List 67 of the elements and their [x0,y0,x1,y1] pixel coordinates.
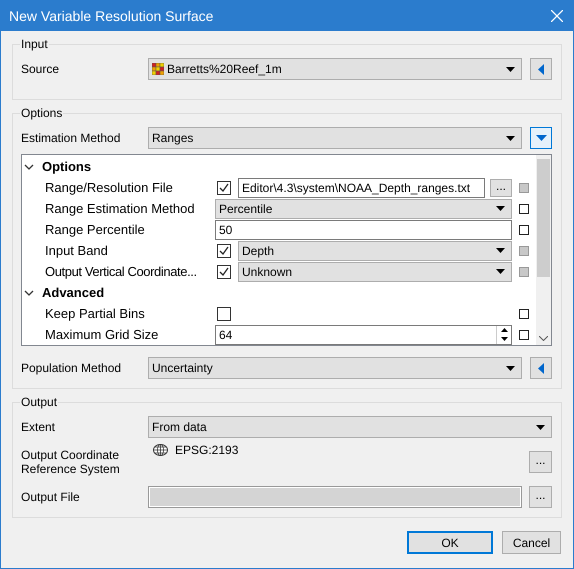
dropdown[interactable]: Percentile [215,198,512,218]
chevron-down-icon[interactable] [24,162,34,172]
field-label: Output Coordinate Reference System [21,448,121,476]
scrollbar[interactable] [536,155,551,345]
dropdown[interactable]: Barretts%20Reef_1m [148,58,522,80]
field-label: Estimation Method [21,131,122,145]
default-marker[interactable] [519,330,529,340]
group-title: Input [20,37,49,51]
caret-icon [506,366,515,370]
checkbox[interactable] [217,264,231,278]
chevron-down-icon[interactable] [24,288,34,298]
dropdown[interactable]: From data [148,416,552,438]
default-marker[interactable] [519,246,529,256]
triangle-down-icon [536,135,546,141]
dropdown[interactable]: Depth [238,240,512,260]
spin-down-icon[interactable] [500,337,508,341]
caret-icon [496,269,505,274]
expand-button[interactable] [530,127,552,149]
number-field[interactable]: 64 [215,324,512,344]
caret-icon [496,206,505,211]
triangle-left-icon [538,64,544,74]
raster-grid-icon [152,63,164,75]
dialog-button[interactable]: Cancel [502,531,561,554]
default-marker[interactable] [519,308,529,318]
triangle-left-icon [538,362,544,374]
checkbox[interactable] [217,306,231,320]
property-label: Maximum Grid Size [45,327,160,342]
expand-button[interactable] [530,58,552,80]
caret-icon [536,424,545,430]
section-title: Advanced [42,285,104,300]
input-field[interactable]: 50 [215,220,512,240]
default-marker[interactable] [519,182,529,192]
property-label: Input Band [45,243,109,258]
dropdown[interactable]: Ranges [148,127,522,149]
field-label: Output File [21,490,81,504]
browse-button[interactable]: ... [490,178,512,196]
globe-icon [153,444,168,456]
section-title: Options [42,159,92,174]
group-title: Output [20,395,58,409]
window-title: New Variable Resolution Surface [9,8,214,24]
field-label: Extent [21,420,56,434]
checkbox[interactable] [217,244,231,258]
spin-up-icon[interactable] [500,328,508,332]
field-label: Source [21,62,60,76]
expand-button[interactable] [530,357,552,379]
caret-icon [496,248,505,253]
checkbox[interactable] [217,180,231,194]
dropdown[interactable]: Uncertainty [148,357,522,379]
caret-icon [506,66,515,72]
property-label: Range Estimation Method [45,201,196,216]
default-marker[interactable] [519,224,529,234]
caret-icon [506,136,515,140]
crs-value: EPSG:2193 [175,443,238,457]
property-label: Keep Partial Bins [45,306,146,321]
group-title: Options [20,106,64,120]
default-marker[interactable] [519,204,529,214]
property-label: Range Percentile [45,222,146,237]
dialog-button[interactable]: OK [407,531,493,554]
close-icon[interactable] [551,10,563,22]
property-label: Range/Resolution File [45,180,174,195]
browse-button[interactable]: ... [529,451,552,473]
field-label: Population Method [21,361,122,375]
property-label: Output Vertical Coordinate... [45,264,198,279]
scroll-down-icon[interactable] [539,336,548,341]
default-marker[interactable] [519,266,529,276]
file-path-field[interactable]: Editor\4.3\system\NOAA_Depth_ranges.txt [238,178,485,198]
dropdown[interactable]: Unknown [238,262,512,282]
